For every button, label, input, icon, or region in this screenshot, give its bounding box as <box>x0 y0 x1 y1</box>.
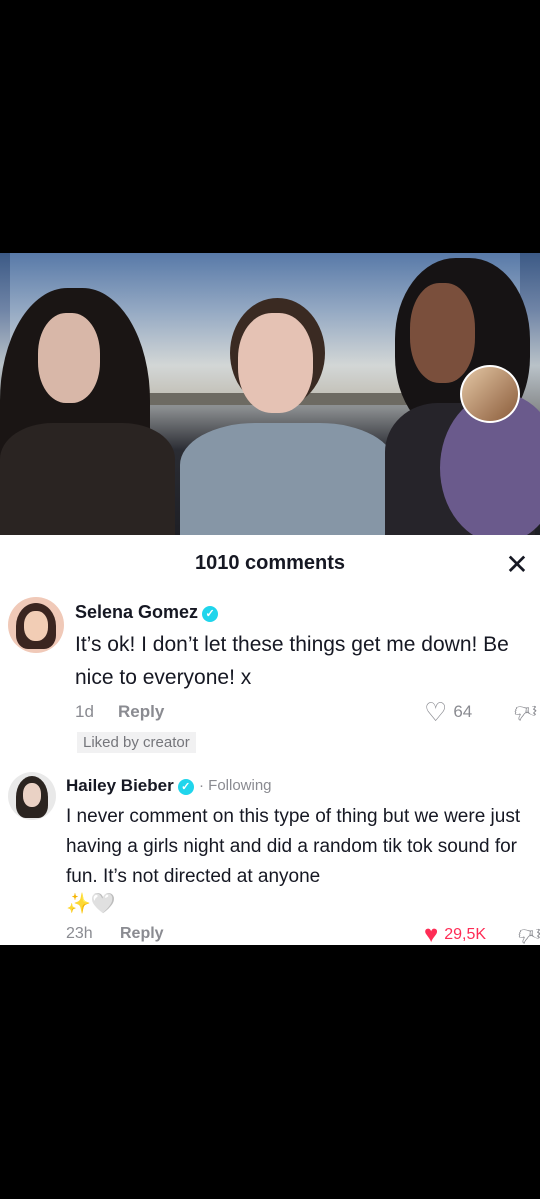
comment-author[interactable]: Selena Gomez ✓ <box>75 602 219 623</box>
close-icon[interactable]: ✕ <box>502 550 532 580</box>
person-center-coat <box>180 423 395 535</box>
comment-text: I never comment on this type of thing bu… <box>66 806 521 887</box>
comment-author[interactable]: Hailey Bieber ✓ <box>66 776 194 796</box>
following-label: · Following <box>199 777 272 794</box>
like-button[interactable]: ♥ 29,5K <box>424 923 486 947</box>
dislike-icon[interactable]: 👍︎ <box>518 921 540 948</box>
comment-time: 1d <box>75 702 94 721</box>
avatar[interactable] <box>8 597 64 653</box>
like-button[interactable]: ♡ 64 <box>424 699 472 725</box>
avatar[interactable] <box>8 772 56 820</box>
creator-avatar[interactable] <box>460 365 520 423</box>
avatar-face <box>23 783 41 807</box>
comments-panel: 1010 comments ✕ Selena Gomez ✓ It’s ok! I… <box>0 535 540 948</box>
heart-outline-icon[interactable]: ♡ <box>424 699 447 725</box>
like-count: 29,5K <box>444 926 487 943</box>
avatar-face <box>24 611 48 641</box>
heart-filled-icon[interactable]: ♥ <box>424 923 438 947</box>
verified-badge-icon: ✓ <box>177 779 194 795</box>
person-center-face <box>238 313 313 413</box>
dislike-icon[interactable]: 👍︎ <box>514 698 537 725</box>
author-name[interactable]: Hailey Bieber <box>66 776 174 795</box>
reply-button[interactable]: Reply <box>120 925 164 943</box>
like-count: 64 <box>453 702 473 721</box>
video-player[interactable] <box>0 253 540 535</box>
comment-time: 23h <box>66 925 93 942</box>
person-right-face <box>410 283 475 383</box>
comment-text: It’s ok! I don’t let these things get me… <box>75 633 509 689</box>
comment-emoji: ✨🤍 <box>66 893 116 915</box>
verified-badge-icon: ✓ <box>202 606 219 622</box>
author-name[interactable]: Selena Gomez <box>75 602 198 622</box>
comments-count-title: 1010 comments <box>194 552 346 574</box>
liked-by-creator-badge: Liked by creator <box>77 732 196 753</box>
person-left-coat <box>0 423 175 535</box>
person-left-face <box>38 313 100 403</box>
reply-button[interactable]: Reply <box>118 702 164 722</box>
